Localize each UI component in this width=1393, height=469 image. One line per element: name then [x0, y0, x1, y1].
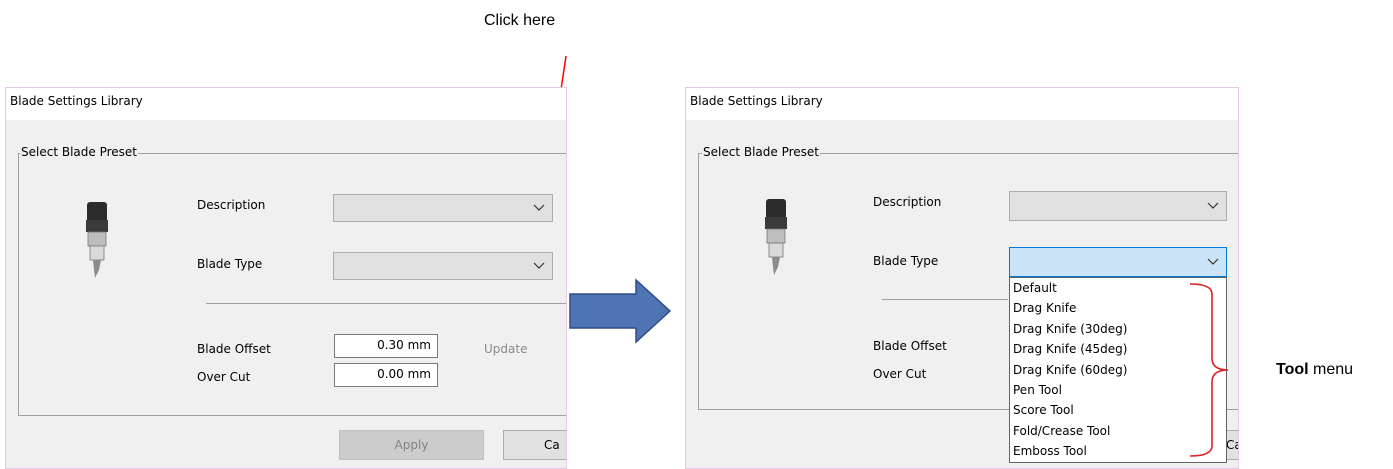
over-cut-field[interactable]: 0.00 mm: [334, 363, 438, 387]
blade-settings-window-before: Blade Settings Library Select Blade Pres…: [5, 87, 567, 469]
blade-type-label: Blade Type: [873, 254, 939, 268]
blade-type-label: Blade Type: [197, 257, 263, 271]
apply-button[interactable]: Apply: [339, 430, 484, 460]
blade-icon: [765, 199, 787, 275]
separator: [206, 303, 566, 304]
tool-word: Tool: [1276, 361, 1309, 378]
chevron-down-icon: [533, 204, 545, 211]
menu-word: menu: [1308, 361, 1354, 378]
description-label: Description: [873, 195, 942, 209]
blade-type-combobox[interactable]: [333, 252, 553, 280]
select-blade-preset-group: [18, 153, 566, 416]
separator: [882, 299, 1008, 300]
tool-menu-caption: Tool menu: [1276, 361, 1353, 379]
blade-icon: [86, 202, 108, 278]
window-title: Blade Settings Library: [6, 88, 566, 120]
chevron-down-icon: [533, 262, 545, 269]
description-combobox[interactable]: [333, 194, 553, 222]
description-combobox[interactable]: [1009, 191, 1227, 221]
over-cut-label: Over Cut: [197, 370, 251, 384]
description-label: Description: [197, 198, 266, 212]
blade-type-combobox-open[interactable]: [1009, 247, 1227, 277]
chevron-down-icon: [1207, 258, 1219, 265]
over-cut-label: Over Cut: [873, 367, 927, 381]
group-label: Select Blade Preset: [702, 145, 820, 159]
group-label: Select Blade Preset: [20, 145, 138, 159]
transition-arrow-icon: [569, 278, 672, 344]
blade-offset-label: Blade Offset: [873, 339, 947, 353]
update-link[interactable]: Update: [484, 342, 527, 356]
blade-offset-label: Blade Offset: [197, 342, 271, 356]
chevron-down-icon: [1207, 202, 1219, 209]
blade-offset-field[interactable]: 0.30 mm: [334, 334, 438, 358]
tool-menu-bracket-icon: [1189, 283, 1229, 457]
window-title: Blade Settings Library: [686, 88, 1238, 120]
cancel-button[interactable]: Ca: [503, 430, 566, 460]
blade-settings-window-after: Blade Settings Library Select Blade Pres…: [685, 87, 1239, 469]
